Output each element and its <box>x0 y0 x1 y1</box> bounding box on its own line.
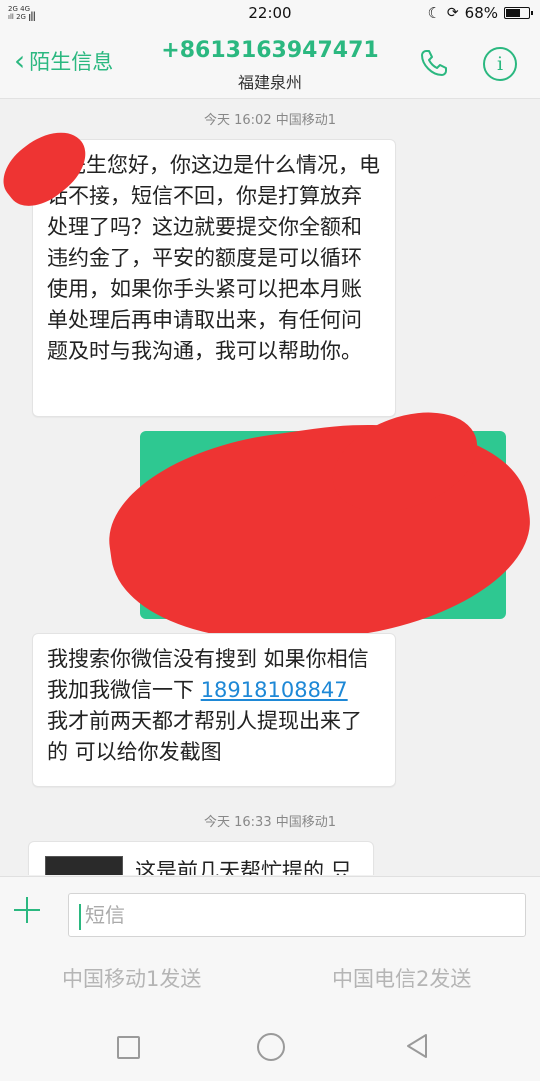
home-icon[interactable] <box>257 1033 285 1061</box>
text-caret <box>79 903 81 930</box>
rotation-lock-icon: ⟳ <box>446 5 459 21</box>
conversation-header: ‹ 陌生信息 +8613163947471 福建泉州 i <box>0 28 540 99</box>
recent-apps-icon[interactable] <box>117 1036 140 1059</box>
phone-link[interactable]: 18918108847 <box>201 678 348 702</box>
message-text: 我才前两天都才帮别人提现出来了的 可以给你发截图 <box>47 709 362 764</box>
message-text: 这是前几天帮忙提的 只 <box>135 859 352 875</box>
image-thumbnail[interactable] <box>45 856 123 875</box>
status-icons: ☾ ⟳ 68% <box>427 4 533 22</box>
add-icon[interactable] <box>12 895 42 925</box>
message-list[interactable]: 今天 16:02 中国移动1 先生您好，你这边是什么情况，电话不接，短信不回，你… <box>0 99 540 875</box>
battery-icon <box>504 7 533 19</box>
message-text: 先生您好，你这边是什么情况，电话不接，短信不回，你是打算放弃处理了吗？这边就要提… <box>47 153 380 363</box>
input-placeholder: 短信 <box>85 903 125 927</box>
send-sim1-button[interactable]: 中国移动1发送 <box>62 963 201 993</box>
message-timestamp: 今天 16:02 中国移动1 <box>204 113 336 128</box>
message-timestamp: 今天 16:33 中国移动1 <box>204 815 336 830</box>
back-triangle-icon[interactable] <box>402 1031 432 1061</box>
status-bar: 2G 4G ıll 2G ıll 22:00 ☾ ⟳ 68% <box>0 0 540 28</box>
navigation-bar <box>0 1017 540 1081</box>
compose-area: 短信 中国移动1发送 中国电信2发送 <box>0 876 540 1081</box>
send-sim2-button[interactable]: 中国电信2发送 <box>332 963 471 993</box>
incoming-message[interactable]: 这是前几天帮忙提的 只 <box>28 841 374 875</box>
message-input[interactable]: 短信 <box>68 893 526 937</box>
incoming-message[interactable]: 先生您好，你这边是什么情况，电话不接，短信不回，你是打算放弃处理了吗？这边就要提… <box>32 139 396 417</box>
incoming-message[interactable]: 我搜索你微信没有搜到 如果你相信我加我微信一下 18918108847 我才前两… <box>32 633 396 787</box>
moon-icon: ☾ <box>427 4 441 22</box>
battery-fill <box>506 9 521 17</box>
battery-percent: 68% <box>464 4 498 22</box>
contact-location: 福建泉州 <box>237 73 302 92</box>
phone-call-icon[interactable] <box>417 46 451 80</box>
contact-phone-number: +8613163947471 <box>161 38 379 63</box>
info-icon[interactable]: i <box>483 47 517 81</box>
